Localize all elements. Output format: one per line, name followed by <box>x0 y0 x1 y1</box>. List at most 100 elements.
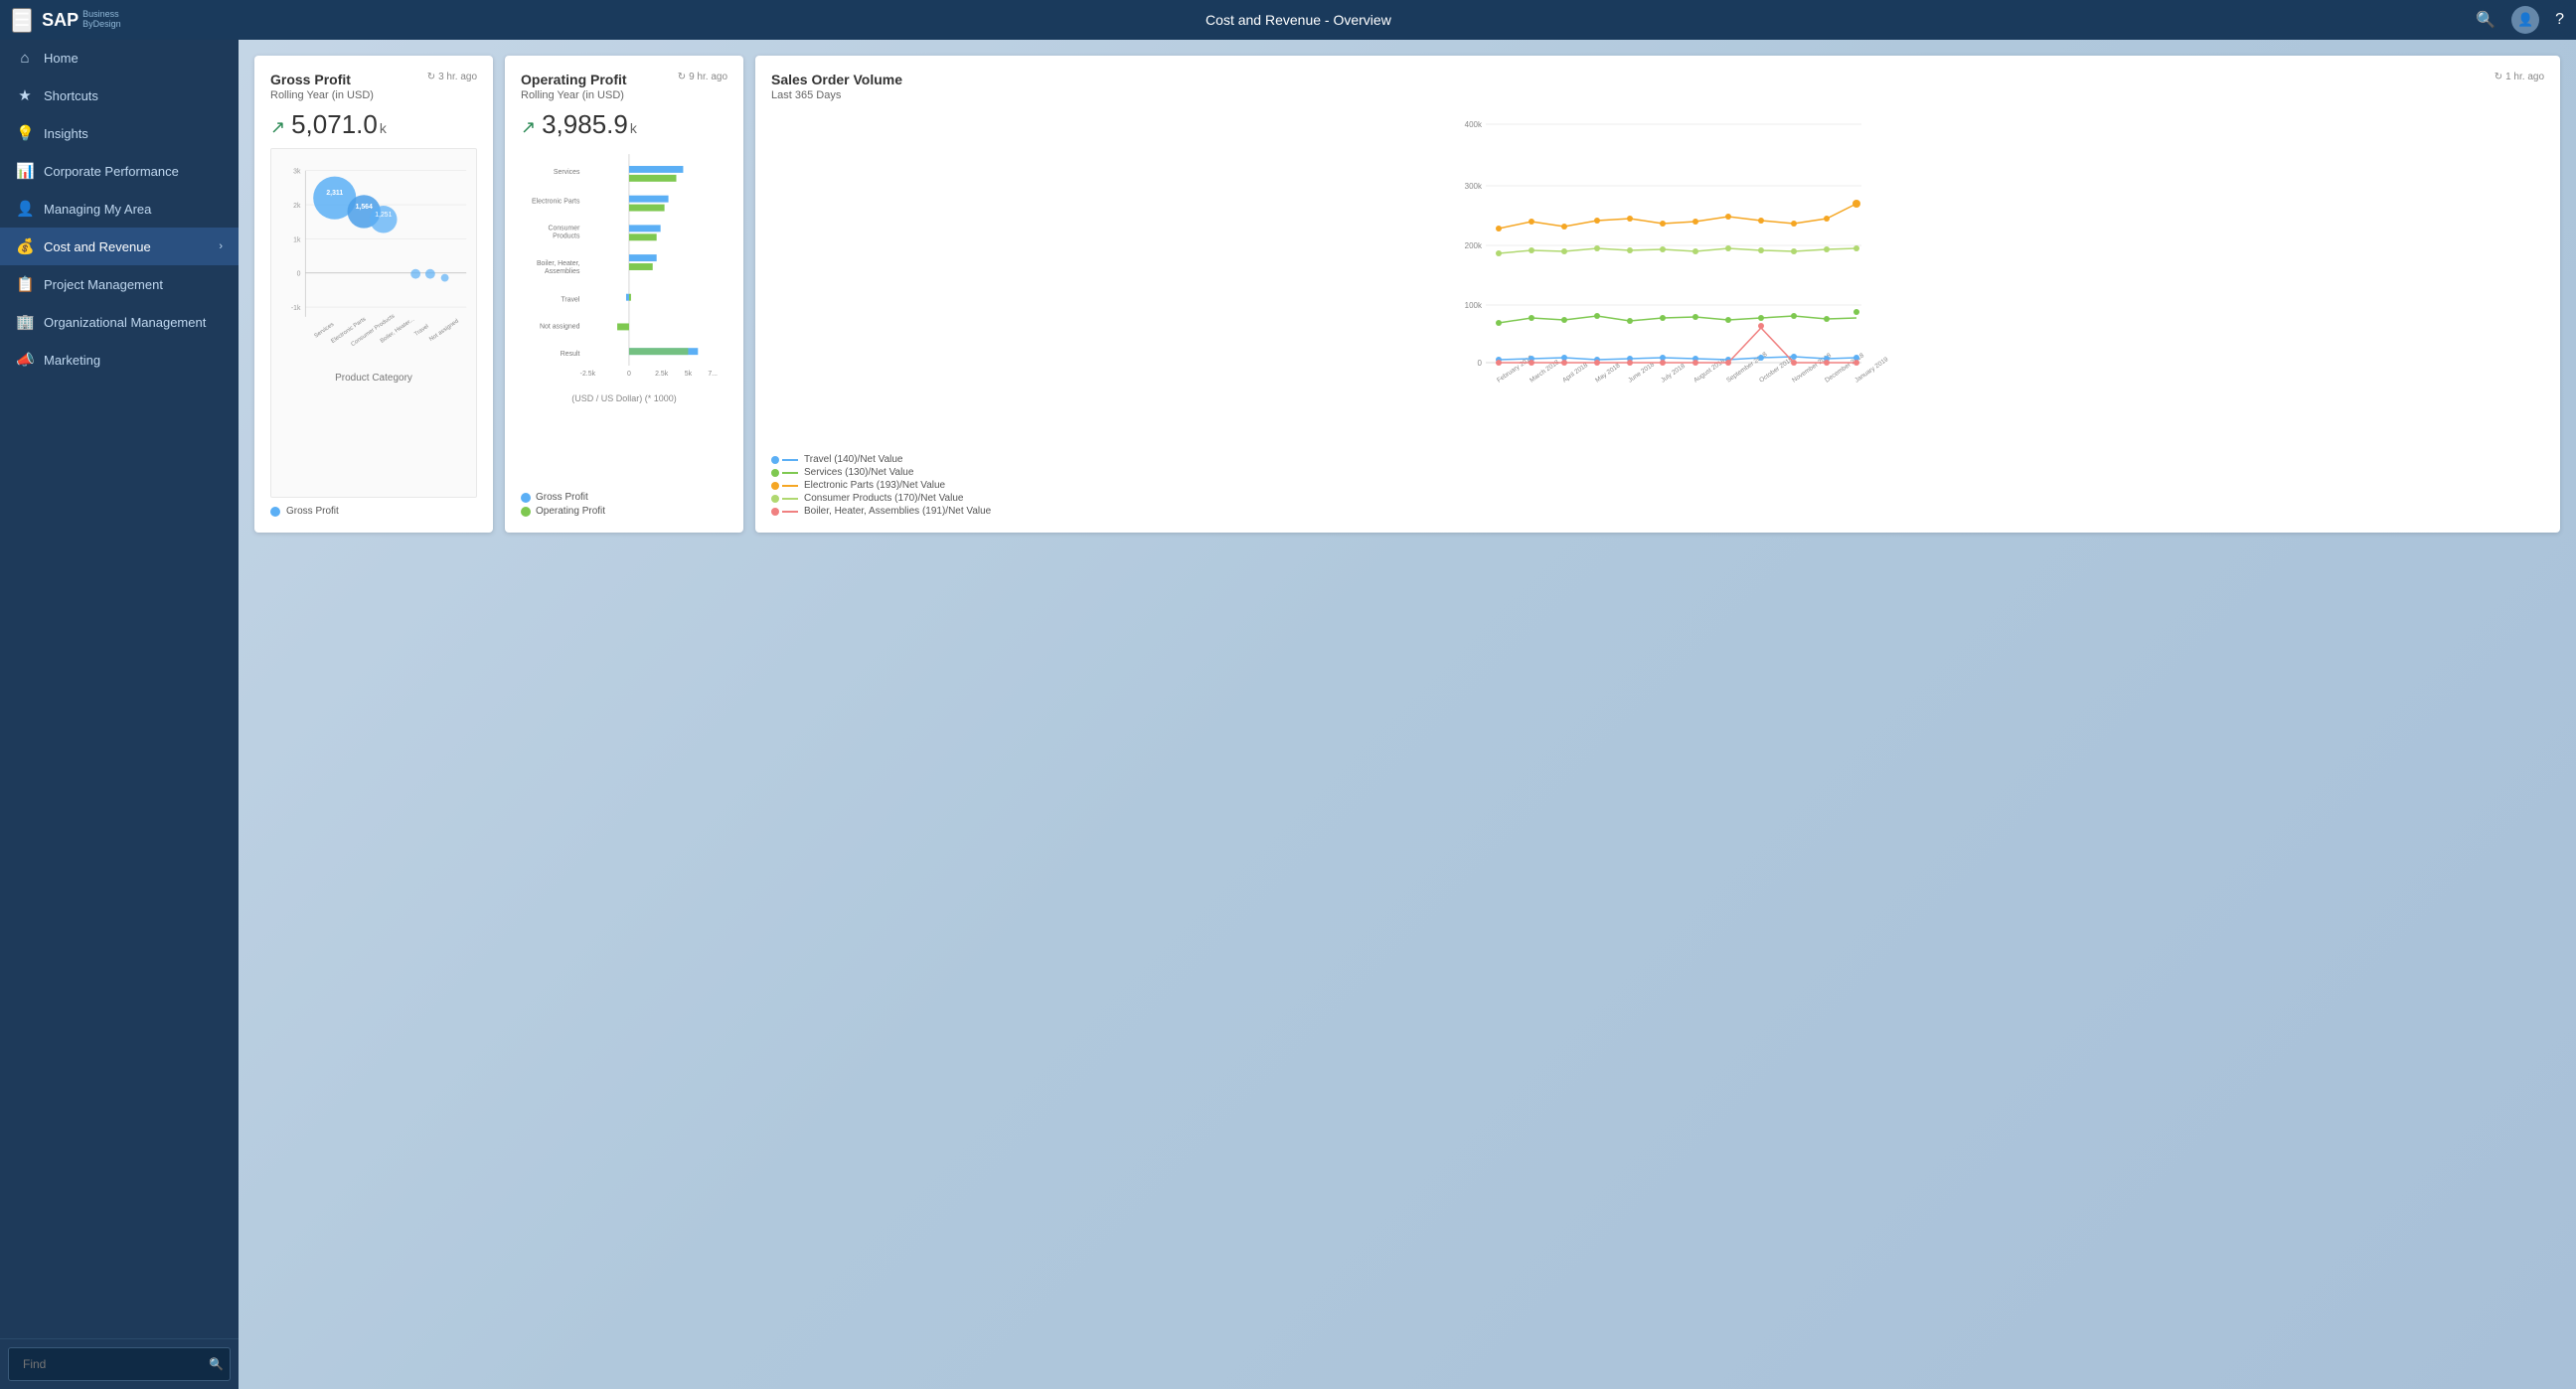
travel-line <box>1499 357 1856 360</box>
svg-text:Services: Services <box>313 322 335 340</box>
bar-chart-svg: Services Electronic Parts Consumer Produ… <box>521 148 727 386</box>
travel-legend-line <box>782 459 798 461</box>
svg-text:2k: 2k <box>293 203 301 210</box>
svg-text:Products: Products <box>553 232 580 239</box>
svg-text:1k: 1k <box>293 236 301 243</box>
gross-profit-number: 5,071.0 <box>291 109 378 140</box>
sidebar-item-insights[interactable]: 💡 Insights <box>0 114 239 152</box>
svg-text:-2.5k: -2.5k <box>580 371 596 378</box>
op-legend-op-label: Operating Profit <box>536 506 605 517</box>
cost-revenue-icon: 💰 <box>16 237 34 255</box>
sidebar-item-shortcuts[interactable]: ★ Shortcuts <box>0 77 239 114</box>
services-line <box>1499 316 1856 323</box>
sidebar-item-project-label: Project Management <box>44 277 163 292</box>
services-legend-label: Services (130)/Net Value <box>804 467 913 478</box>
avatar-initials: 👤 <box>2517 12 2533 28</box>
bubble-chart-svg: 3k 2k 1k 0 -1k 2,311 1,5 <box>271 149 476 368</box>
op-legend-op: Operating Profit <box>521 506 727 517</box>
sidebar-item-corporate-performance[interactable]: 📊 Corporate Performance <box>0 152 239 190</box>
bubble-travel <box>425 269 435 279</box>
sov-legend: Travel (140)/Net Value Services (130)/Ne… <box>771 454 2544 517</box>
svg-text:Travel: Travel <box>561 297 579 304</box>
sidebar-item-home-label: Home <box>44 51 79 66</box>
managing-icon: 👤 <box>16 200 34 218</box>
op-legend-gp-label: Gross Profit <box>536 492 588 503</box>
refresh-icon: ↻ <box>427 72 435 82</box>
sidebar-item-managing-my-area[interactable]: 👤 Managing My Area <box>0 190 239 228</box>
op-timestamp: ↻ 9 hr. ago <box>678 72 727 82</box>
sov-timestamp: ↻ 1 hr. ago <box>2495 72 2544 82</box>
sidebar: ⌂ Home ★ Shortcuts 💡 Insights 📊 Corporat… <box>0 40 239 1389</box>
svg-text:Result: Result <box>561 351 580 358</box>
bar-travel-gp <box>626 294 629 301</box>
bar-cp-op <box>629 233 657 240</box>
svg-text:-1k: -1k <box>291 305 301 312</box>
op-time: 9 hr. ago <box>689 72 727 82</box>
op-legend: Gross Profit Operating Profit <box>521 492 727 517</box>
op-legend-gp-dot <box>521 493 531 503</box>
sap-brand-text: SAP <box>42 10 79 31</box>
sov-legend-boiler: Boiler, Heater, Assemblies (191)/Net Val… <box>771 506 2544 517</box>
svg-text:Services: Services <box>554 169 580 176</box>
sov-legend-services: Services (130)/Net Value <box>771 467 2544 478</box>
sidebar-nav: ⌂ Home ★ Shortcuts 💡 Insights 📊 Corporat… <box>0 40 239 379</box>
op-subtitle: Rolling Year (in USD) <box>521 89 727 101</box>
corporate-icon: 📊 <box>16 162 34 180</box>
ep-legend-label: Electronic Parts (193)/Net Value <box>804 480 945 491</box>
line-chart-svg: 400k 300k 200k 100k 0 February 2018 <box>771 109 2544 417</box>
hamburger-button[interactable]: ☰ <box>12 8 32 33</box>
op-header: Operating Profit ↻ 9 hr. ago <box>521 72 727 87</box>
sidebar-item-cost-and-revenue[interactable]: 💰 Cost and Revenue › <box>0 228 239 265</box>
shortcuts-icon: ★ <box>16 86 34 104</box>
services-legend-dot <box>771 469 779 477</box>
svg-text:Boiler, Heater,: Boiler, Heater, <box>537 260 580 267</box>
sidebar-item-home[interactable]: ⌂ Home <box>0 40 239 77</box>
op-value: ↗ 3,985.9 k <box>521 109 727 140</box>
gross-profit-x-axis: Product Category <box>271 373 476 384</box>
bar-bh-gp <box>629 254 657 261</box>
sidebar-item-marketing[interactable]: 📣 Marketing <box>0 341 239 379</box>
help-button[interactable]: ? <box>2555 11 2564 29</box>
svg-text:5k: 5k <box>685 371 693 378</box>
topbar-right: 🔍 👤 ? <box>2476 6 2564 34</box>
gross-profit-unit: k <box>380 120 387 136</box>
user-avatar[interactable]: 👤 <box>2511 6 2539 34</box>
bar-services-op <box>629 175 677 182</box>
bubble-consumer <box>370 206 397 232</box>
svg-text:Assemblies: Assemblies <box>545 268 580 275</box>
sov-title: Sales Order Volume <box>771 72 902 87</box>
gross-profit-card: Gross Profit ↻ 3 hr. ago Rolling Year (i… <box>254 56 493 533</box>
sov-subtitle: Last 365 Days <box>771 89 2544 101</box>
search-wrap: 🔍 <box>8 1347 231 1381</box>
search-button[interactable]: 🔍 <box>2476 10 2496 30</box>
home-icon: ⌂ <box>16 50 34 67</box>
sov-time: 1 hr. ago <box>2505 72 2544 82</box>
services-legend-line <box>782 472 798 474</box>
op-number: 3,985.9 <box>542 109 628 140</box>
sap-bydesign-text: BusinessByDesign <box>82 10 121 30</box>
sidebar-item-project-management[interactable]: 📋 Project Management <box>0 265 239 303</box>
gross-profit-arrow: ↗ <box>270 117 285 138</box>
svg-text:Not assigned: Not assigned <box>428 318 460 343</box>
svg-text:3k: 3k <box>293 169 301 176</box>
cp-legend-label: Consumer Products (170)/Net Value <box>804 493 963 504</box>
svg-text:Electronic Parts: Electronic Parts <box>532 199 580 206</box>
gross-profit-chart: 3k 2k 1k 0 -1k 2,311 1,5 <box>270 148 477 498</box>
sidebar-item-marketing-label: Marketing <box>44 353 100 368</box>
bar-ep-gp <box>629 196 669 203</box>
search-input[interactable] <box>15 1352 209 1376</box>
gross-profit-legend: Gross Profit <box>270 506 477 517</box>
svg-text:Not assigned: Not assigned <box>540 323 580 330</box>
bar-bh-op <box>629 263 653 270</box>
org-icon: 🏢 <box>16 313 34 331</box>
op-arrow: ↗ <box>521 117 536 138</box>
boiler-legend-line <box>782 511 798 513</box>
sidebar-item-org-label: Organizational Management <box>44 315 206 330</box>
svg-text:2.5k: 2.5k <box>655 371 669 378</box>
svg-text:400k: 400k <box>1465 120 1483 129</box>
insights-icon: 💡 <box>16 124 34 142</box>
sap-logo: SAP BusinessByDesign <box>42 10 121 31</box>
sov-legend-travel: Travel (140)/Net Value <box>771 454 2544 465</box>
bar-na-op <box>617 323 629 330</box>
sidebar-item-organizational-management[interactable]: 🏢 Organizational Management <box>0 303 239 341</box>
